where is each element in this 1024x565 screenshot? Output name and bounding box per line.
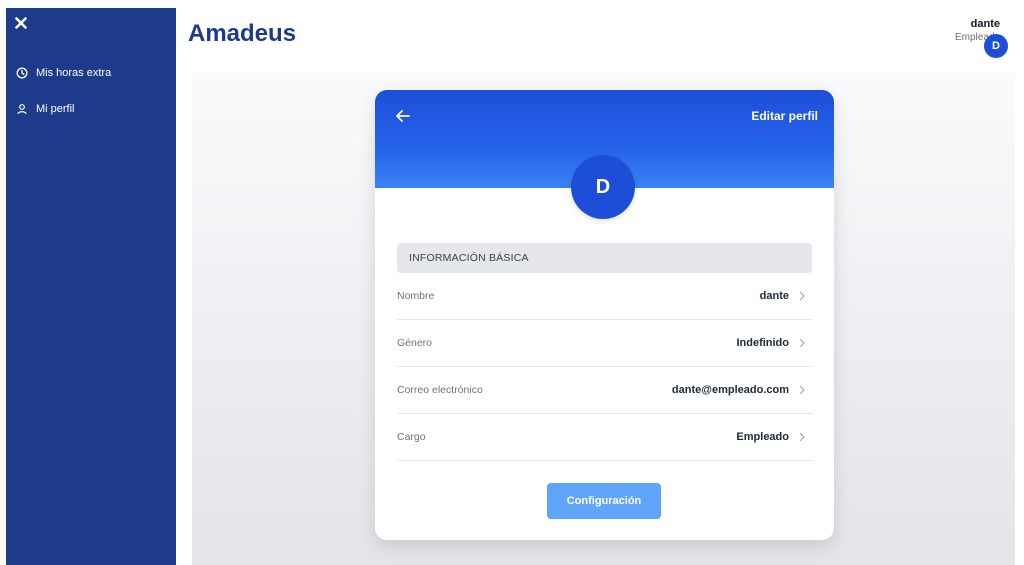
field-row-genero[interactable]: Género Indefinido	[397, 320, 812, 367]
field-label: Género	[397, 337, 433, 349]
back-button[interactable]	[393, 106, 413, 126]
arrow-left-icon	[396, 110, 410, 122]
field-row-correo[interactable]: Correo electrónico dante@empleado.com	[397, 367, 812, 414]
avatar[interactable]: D	[984, 34, 1008, 58]
sidebar-item-mis-horas-extra[interactable]: Mis horas extra	[16, 63, 111, 83]
field-value: dante	[759, 290, 789, 302]
profile-avatar: D	[571, 155, 635, 219]
field-label: Correo electrónico	[397, 384, 483, 396]
field-value: Empleado	[736, 431, 789, 443]
chevron-right-icon	[799, 432, 805, 442]
close-icon	[15, 17, 27, 29]
field-label: Cargo	[397, 431, 426, 443]
close-sidebar-button[interactable]	[12, 14, 30, 32]
field-value-group: dante	[760, 290, 812, 302]
field-label: Nombre	[397, 290, 435, 302]
field-value-group: Indefinido	[736, 337, 812, 349]
field-value: Indefinido	[736, 337, 789, 349]
top-bar: Amadeus dante Empleado D	[176, 8, 1024, 60]
sidebar: Mis horas extra Mi perfil	[6, 8, 176, 565]
app: Mis horas extra Mi perfil Amadeus dante …	[0, 0, 1024, 565]
field-row-nombre[interactable]: Nombre dante	[397, 273, 812, 320]
user-name: dante	[970, 18, 1000, 30]
field-value-group: dante@empleado.com	[672, 384, 812, 396]
sidebar-item-label: Mis horas extra	[36, 67, 112, 79]
chevron-right-icon	[799, 385, 805, 395]
section-title: INFORMACIÓN BÁSICA	[397, 243, 812, 273]
profile-card: Editar perfil D INFORMACIÓN BÁSICA Nombr…	[375, 90, 834, 540]
user-menu[interactable]: dante Empleado D	[955, 18, 1008, 58]
sidebar-item-mi-perfil[interactable]: Mi perfil	[16, 99, 75, 119]
field-row-cargo[interactable]: Cargo Empleado	[397, 414, 812, 461]
field-value: dante@empleado.com	[671, 384, 789, 396]
clock-icon	[16, 67, 28, 79]
main-content: Editar perfil D INFORMACIÓN BÁSICA Nombr…	[192, 72, 1015, 565]
edit-profile-button[interactable]: Editar perfil	[751, 109, 818, 123]
user-icon	[17, 104, 27, 115]
chevron-right-icon	[799, 338, 805, 348]
brand-title: Amadeus	[188, 20, 297, 47]
sidebar-item-label: Mi perfil	[36, 103, 75, 115]
field-value-group: Empleado	[736, 431, 812, 443]
chevron-right-icon	[799, 291, 805, 301]
configuracion-button[interactable]: Configuración	[547, 483, 661, 519]
